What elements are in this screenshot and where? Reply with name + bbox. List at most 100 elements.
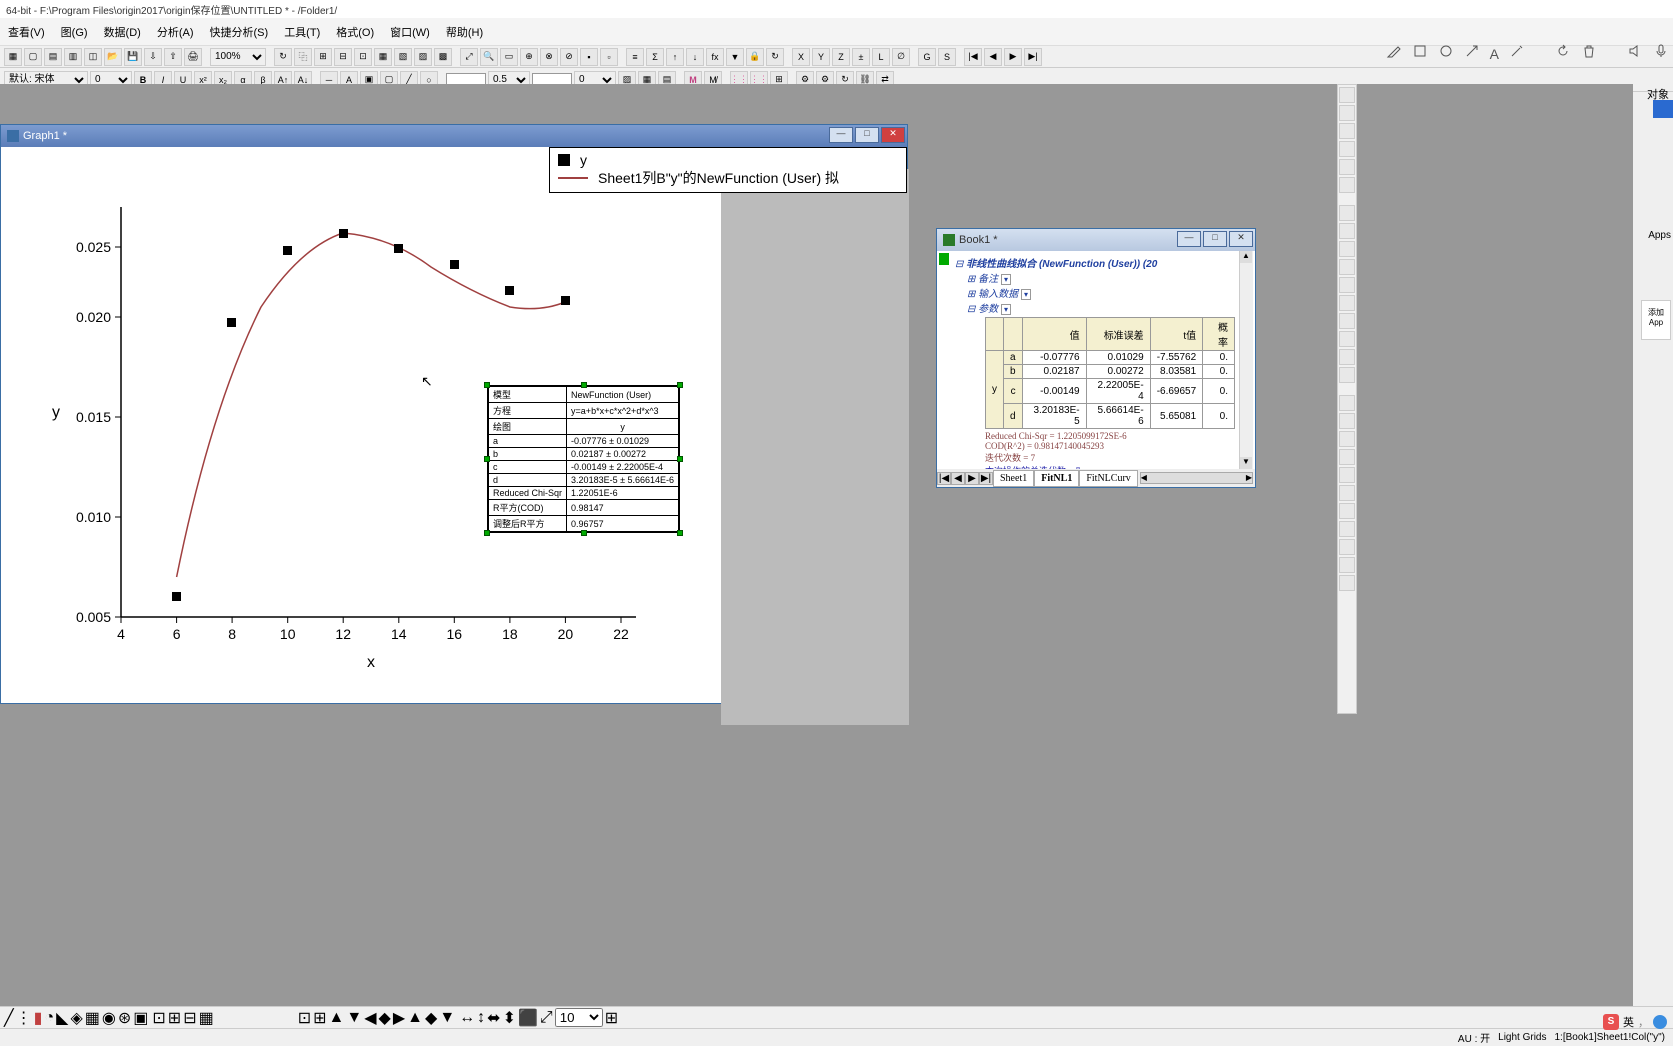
tab-fitnlcurve[interactable]: FitNLCurv <box>1079 470 1137 487</box>
col-calc-icon[interactable]: fx <box>706 48 724 66</box>
menu-gadgets[interactable]: 快捷分析(S) <box>202 20 277 44</box>
scale-icon[interactable]: ⤢ <box>540 1009 553 1027</box>
layout3-icon[interactable]: ▨ <box>414 48 432 66</box>
data-selector-icon[interactable]: ⊘ <box>560 48 578 66</box>
tool-icon[interactable] <box>1339 277 1355 293</box>
book-hscrollbar[interactable]: ◀▶ <box>1140 472 1253 484</box>
tool-icon[interactable] <box>1339 141 1355 157</box>
surface-icon[interactable]: ▦ <box>85 1008 100 1028</box>
text-icon[interactable]: A <box>1490 46 1499 62</box>
tool-icon[interactable]: ⊟ <box>183 1008 196 1028</box>
dropdown-icon[interactable]: ▾ <box>1001 304 1011 315</box>
merge-icon[interactable]: ⊡ <box>354 48 372 66</box>
report-input-label[interactable]: 输入数据 <box>978 289 1018 300</box>
area-plot-icon[interactable]: ◣ <box>56 1008 68 1028</box>
prev-icon[interactable]: ◀ <box>984 48 1002 66</box>
tab-nav-next[interactable]: ▶ <box>965 472 979 485</box>
template-icon[interactable]: ▣ <box>133 1008 148 1028</box>
legend[interactable]: y Sheet1列B"y"的NewFunction (User) 拟 <box>549 147 907 193</box>
tool-icon[interactable] <box>1339 313 1355 329</box>
ime-lang-label[interactable]: 英 <box>1623 1014 1634 1030</box>
menu-format[interactable]: 格式(O) <box>328 20 382 44</box>
menu-graph[interactable]: 图(G) <box>53 20 96 44</box>
mic-icon[interactable] <box>1653 43 1669 64</box>
polar-icon[interactable]: ⊛ <box>118 1008 131 1028</box>
trash-icon[interactable] <box>1581 43 1597 64</box>
align-b-icon[interactable]: ▼ <box>439 1009 455 1027</box>
menu-tools[interactable]: 工具(T) <box>276 20 328 44</box>
screen-reader-icon[interactable]: ⊗ <box>540 48 558 66</box>
bar-plot-icon[interactable]: ▮ <box>34 1008 43 1028</box>
same-wh-icon[interactable]: ⬛ <box>518 1008 538 1028</box>
tool-icon[interactable] <box>1339 177 1355 193</box>
tool-icon[interactable] <box>1339 539 1355 555</box>
tool-icon[interactable] <box>1339 349 1355 365</box>
selection-handle[interactable] <box>581 530 587 536</box>
tool-icon[interactable] <box>1339 367 1355 383</box>
layer-add-icon[interactable]: ⊞ <box>314 48 332 66</box>
zoom-in-icon[interactable]: 🔍 <box>480 48 498 66</box>
label-icon[interactable]: L <box>872 48 890 66</box>
tool-icon[interactable] <box>1339 503 1355 519</box>
ime-punct-icon[interactable]: ， <box>1638 1014 1649 1030</box>
dist-h-icon[interactable]: ↔ <box>459 1009 475 1027</box>
apps-panel-label[interactable]: Apps <box>1648 230 1671 241</box>
align-l-icon[interactable]: ◀ <box>364 1008 376 1028</box>
align-r-icon[interactable]: ▶ <box>393 1008 405 1028</box>
selection-handle[interactable] <box>677 382 683 388</box>
tab-nav-first[interactable]: |◀ <box>937 472 951 485</box>
none-icon[interactable]: ∅ <box>892 48 910 66</box>
scatter-plot-icon[interactable]: ⋮ <box>16 1008 32 1028</box>
dropdown-icon[interactable]: ▾ <box>1001 274 1011 285</box>
book-vscrollbar[interactable]: ▲ ▼ <box>1239 251 1253 469</box>
menu-data[interactable]: 数据(D) <box>96 20 149 44</box>
book-maximize-button[interactable]: □ <box>1203 231 1227 247</box>
print-icon[interactable]: 🖨 <box>184 48 202 66</box>
g-icon[interactable]: G <box>918 48 936 66</box>
new-workbook-icon[interactable]: ▤ <box>44 48 62 66</box>
align-m-icon[interactable]: ◆ <box>425 1008 437 1028</box>
region-icon[interactable]: ▫ <box>600 48 618 66</box>
tool-icon[interactable] <box>1339 467 1355 483</box>
3d-plot-icon[interactable]: ◈ <box>70 1008 82 1028</box>
new-graph-icon[interactable]: ◫ <box>84 48 102 66</box>
last-icon[interactable]: ▶| <box>1024 48 1042 66</box>
next-icon[interactable]: ▶ <box>1004 48 1022 66</box>
wand-icon[interactable] <box>1509 43 1525 64</box>
book-window[interactable]: Book1 * — □ ✕ ▲ ▼ ⊟ 非线性曲线拟合 (NewFunction… <box>936 228 1256 488</box>
z-label-icon[interactable]: Z <box>832 48 850 66</box>
tab-nav-last[interactable]: ▶| <box>979 472 993 485</box>
layout1-icon[interactable]: ▦ <box>374 48 392 66</box>
tool-icon[interactable] <box>1339 105 1355 121</box>
square-icon[interactable] <box>1412 43 1428 64</box>
book-close-button[interactable]: ✕ <box>1229 231 1253 247</box>
tool-icon[interactable] <box>1339 205 1355 221</box>
y-label-icon[interactable]: Y <box>812 48 830 66</box>
dropdown-icon[interactable]: ▾ <box>1021 289 1031 300</box>
dist-v-icon[interactable]: ↕ <box>477 1009 485 1027</box>
graph-close-button[interactable]: ✕ <box>881 127 905 143</box>
pie-plot-icon[interactable]: ◔ <box>44 1009 54 1027</box>
align-t-icon[interactable]: ▲ <box>407 1009 423 1027</box>
new-matrix-icon[interactable]: ▥ <box>64 48 82 66</box>
report-notes-label[interactable]: 备注 <box>978 274 998 285</box>
line-plot-icon[interactable]: ╱ <box>4 1008 14 1028</box>
menu-analysis[interactable]: 分析(A) <box>149 20 202 44</box>
snap-icon[interactable]: ⊞ <box>605 1008 618 1028</box>
same-h-icon[interactable]: ⬍ <box>503 1008 516 1028</box>
export-icon[interactable]: ⇧ <box>164 48 182 66</box>
tool-icon[interactable] <box>1339 331 1355 347</box>
sort-desc-icon[interactable]: ↓ <box>686 48 704 66</box>
refresh-icon[interactable]: ↻ <box>274 48 292 66</box>
new-folder-icon[interactable]: ▢ <box>24 48 42 66</box>
align-c-icon[interactable]: ◆ <box>379 1008 391 1028</box>
graph-maximize-button[interactable]: □ <box>855 127 879 143</box>
data-reader-icon[interactable]: ⊕ <box>520 48 538 66</box>
undo-icon[interactable] <box>1555 43 1571 64</box>
circle-icon[interactable] <box>1438 43 1454 64</box>
lock-icon[interactable]: 🔒 <box>746 48 764 66</box>
fit-result-table[interactable]: 模型NewFunction (User) 方程y=a+b*x+c*x^2+d*x… <box>487 385 680 533</box>
speaker-icon[interactable] <box>1627 43 1643 64</box>
layout2-icon[interactable]: ▧ <box>394 48 412 66</box>
tool-icon[interactable]: ⊞ <box>168 1008 181 1028</box>
